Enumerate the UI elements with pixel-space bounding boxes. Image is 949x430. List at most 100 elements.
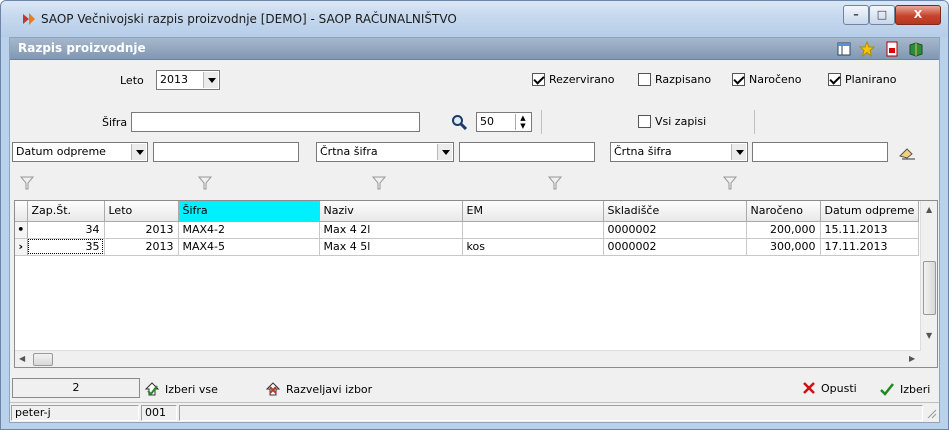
filter-funnel-icon[interactable] — [548, 176, 562, 190]
cancel-button[interactable]: Opusti — [802, 381, 857, 395]
scroll-right-icon[interactable]: ▶ — [909, 354, 915, 363]
checkbox-box[interactable] — [532, 73, 545, 86]
cell-zap[interactable]: 35 — [27, 238, 105, 256]
cell-naroceno[interactable]: 200,000 — [746, 221, 821, 239]
checkbox-naroceno[interactable]: Naročeno — [732, 73, 802, 86]
column-header-em[interactable]: EM — [462, 201, 604, 222]
column-header-sifra[interactable]: Šifra — [178, 201, 320, 222]
cell-sifra[interactable]: MAX4-2 — [178, 221, 320, 239]
filter-combo-3[interactable]: Črtna šifra — [610, 142, 748, 162]
checkbox-box[interactable] — [732, 73, 745, 86]
chevron-down-icon[interactable] — [131, 144, 146, 160]
record-count: 2 — [12, 378, 140, 398]
filter-panel: Leto 2013 Rezervirano Razpisano Naročeno… — [10, 60, 939, 396]
cell-sifra[interactable]: MAX4-5 — [178, 238, 320, 256]
close-icon — [803, 382, 815, 394]
cell-naziv[interactable]: Max 4 2l — [319, 221, 463, 239]
filter-combo-2[interactable]: Črtna šifra — [316, 142, 454, 162]
filter-value-input-2[interactable] — [459, 142, 595, 162]
table-row[interactable]: • 34 2013 MAX4-2 Max 4 2l 0000002 200,00… — [15, 221, 920, 239]
cell-datum[interactable]: 15.11.2013 — [820, 221, 920, 239]
checkbox-label: Razpisano — [655, 73, 712, 86]
status-bar: peter-j 001 — [10, 402, 939, 422]
column-header-datum[interactable]: Datum odpreme — [820, 201, 920, 222]
checkbox-rezervirano[interactable]: Rezervirano — [532, 73, 615, 86]
leto-select[interactable]: 2013 — [156, 70, 220, 90]
maximize-button[interactable]: □ — [869, 5, 895, 25]
search-icon[interactable] — [451, 114, 467, 130]
minimize-button[interactable]: – — [843, 5, 869, 25]
favorite-star-icon[interactable] — [859, 41, 875, 57]
checkbox-vsi-zapisi[interactable]: Vsi zapisi — [638, 115, 706, 128]
horizontal-scroll-thumb[interactable] — [33, 353, 53, 366]
cell-skladisce[interactable]: 0000002 — [603, 238, 747, 256]
column-header-naziv[interactable]: Naziv — [319, 201, 463, 222]
row-indicator[interactable]: • — [15, 221, 28, 239]
vertical-scroll-thumb[interactable] — [923, 261, 936, 315]
sifra-input[interactable] — [131, 112, 420, 132]
grid-header-row: Zap.Št. Leto Šifra Naziv EM Skladišče Na… — [15, 201, 920, 222]
checkbox-box[interactable] — [828, 73, 841, 86]
help-book-icon[interactable] — [908, 41, 924, 57]
filter-funnel-icon[interactable] — [198, 176, 212, 190]
cell-datum[interactable]: 17.11.2013 — [820, 238, 920, 256]
filter-funnel-icon[interactable] — [723, 176, 737, 190]
undo-selection-button[interactable]: Razveljavi izbor — [265, 381, 372, 397]
status-user: peter-j — [11, 405, 139, 421]
cell-em[interactable]: kos — [462, 238, 604, 256]
filter-value-input-3[interactable] — [752, 142, 888, 162]
limit-stepper[interactable]: 50 ▲ ▼ — [476, 112, 532, 132]
scroll-left-icon[interactable]: ◀ — [19, 354, 25, 363]
page-title: Razpis proizvodnje — [18, 41, 146, 55]
separator — [754, 110, 755, 134]
checkbox-planirano[interactable]: Planirano — [828, 73, 896, 86]
cell-leto[interactable]: 2013 — [104, 221, 179, 239]
leto-value: 2013 — [160, 73, 188, 86]
cancel-label: Opusti — [821, 381, 857, 395]
checkbox-box[interactable] — [638, 115, 651, 128]
filter-funnel-icon[interactable] — [372, 176, 386, 190]
horizontal-scrollbar[interactable]: ◀ ▶ — [15, 350, 921, 367]
vertical-scrollbar[interactable]: ▲ ▼ — [920, 201, 937, 367]
cell-naziv[interactable]: Max 4 5l — [319, 238, 463, 256]
client-area: Razpis proizvodnje Leto 2013 Rezervirano… — [9, 37, 940, 423]
leto-label: Leto — [120, 74, 144, 87]
chevron-down-icon[interactable] — [731, 144, 746, 160]
close-button[interactable]: X — [895, 5, 941, 25]
undo-selection-label: Razveljavi izbor — [286, 382, 373, 396]
title-bar[interactable]: SAOP Večnivojski razpis proizvodnje [DEM… — [1, 1, 948, 37]
select-all-button[interactable]: Izberi vse — [144, 381, 218, 397]
cell-skladisce[interactable]: 0000002 — [603, 221, 747, 239]
chevron-down-icon[interactable] — [437, 144, 452, 160]
column-header-skladisce[interactable]: Skladišče — [603, 201, 747, 222]
undo-selection-icon — [265, 382, 281, 396]
data-grid[interactable]: Zap.Št. Leto Šifra Naziv EM Skladišče Na… — [14, 200, 938, 368]
cell-leto[interactable]: 2013 — [104, 238, 179, 256]
separator — [541, 110, 542, 134]
checkbox-razpisano[interactable]: Razpisano — [638, 73, 711, 86]
eraser-icon[interactable] — [898, 146, 916, 160]
status-message — [179, 405, 923, 421]
column-header-leto[interactable]: Leto — [104, 201, 179, 222]
resize-grip-icon[interactable] — [925, 407, 937, 419]
export-document-icon[interactable] — [884, 41, 900, 57]
column-header-zap[interactable]: Zap.Št. — [27, 201, 105, 222]
cell-zap[interactable]: 34 — [27, 221, 105, 239]
chevron-down-icon[interactable] — [203, 72, 218, 88]
stepper-down-icon[interactable]: ▼ — [515, 122, 530, 130]
filter-combo-1[interactable]: Datum odpreme — [12, 142, 148, 162]
row-indicator[interactable]: › — [15, 238, 28, 256]
select-button[interactable]: Izberi — [879, 381, 930, 397]
scroll-up-icon[interactable]: ▲ — [926, 205, 932, 214]
scroll-down-icon[interactable]: ▼ — [926, 331, 932, 340]
toolbar-grid-icon[interactable] — [836, 41, 852, 57]
checkbox-box[interactable] — [638, 73, 651, 86]
table-row[interactable]: › 35 2013 MAX4-5 Max 4 5l kos 0000002 30… — [15, 238, 920, 256]
cell-em[interactable] — [462, 221, 604, 239]
cell-naroceno[interactable]: 300,000 — [746, 238, 821, 256]
stepper-up-icon[interactable]: ▲ — [515, 114, 530, 122]
filter-value-input-1[interactable] — [153, 142, 299, 162]
column-header-naroceno[interactable]: Naročeno — [746, 201, 821, 222]
row-indicator-header — [15, 201, 28, 222]
filter-funnel-icon[interactable] — [20, 176, 34, 190]
